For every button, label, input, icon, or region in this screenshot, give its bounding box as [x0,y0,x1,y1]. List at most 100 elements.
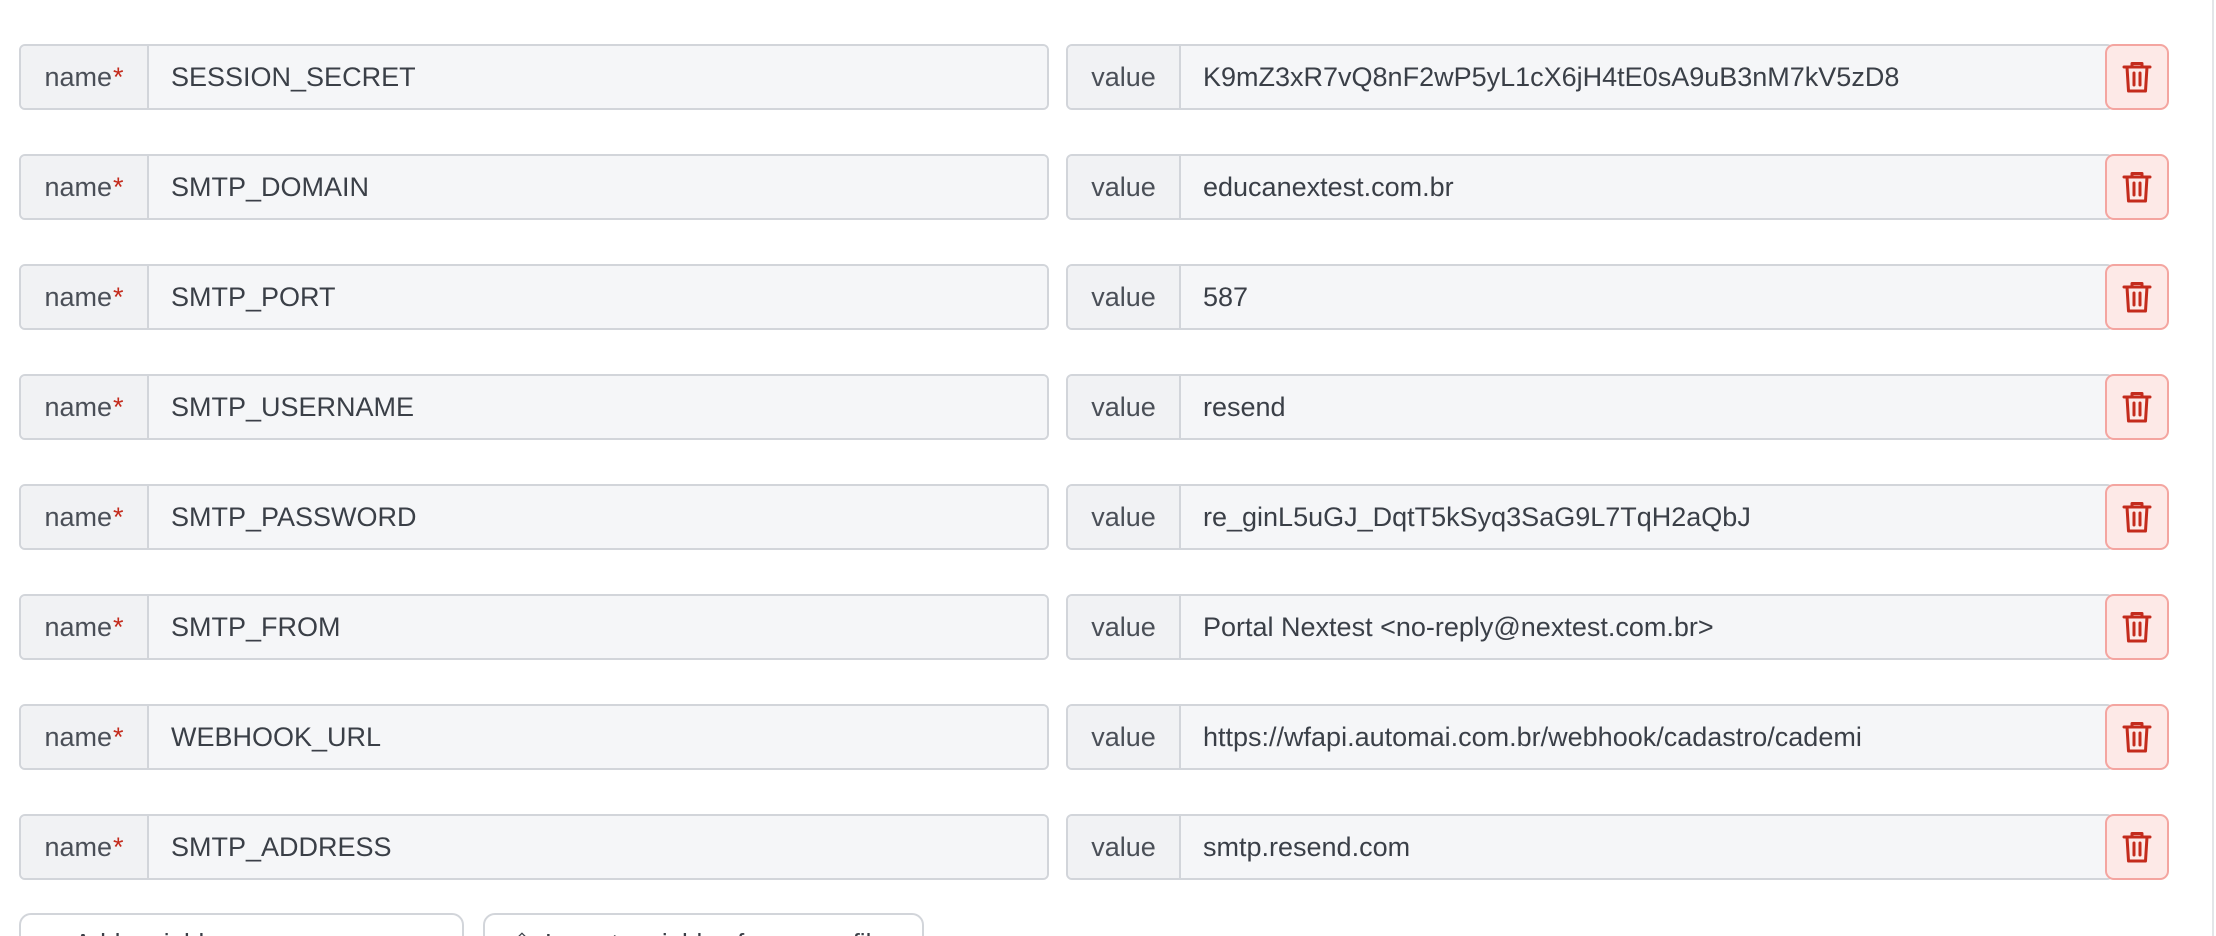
value-input-group: value K9mZ3xR7vQ8nF2wP5yL1cX6jH4tE0sA9uB… [1066,44,2113,110]
trash-icon [2122,392,2152,423]
delete-variable-button[interactable] [2105,154,2169,220]
trash-icon [2122,282,2152,313]
value-label: value [1091,721,1156,752]
variable-value-input[interactable]: K9mZ3xR7vQ8nF2wP5yL1cX6jH4tE0sA9uB3nM7kV… [1181,46,2111,108]
name-label: name [44,501,113,532]
name-addon: name * [21,156,149,218]
value-label: value [1091,501,1156,532]
variable-row: name * SMTP_PORT value 587 [19,264,2171,330]
value-label: value [1091,391,1156,422]
trash-icon [2122,722,2152,753]
delete-variable-button[interactable] [2105,704,2169,770]
value-label: value [1091,831,1156,862]
value-label: value [1091,171,1156,202]
required-marker: * [113,171,124,202]
delete-variable-button[interactable] [2105,484,2169,550]
trash-icon [2122,172,2152,203]
variable-value-input[interactable]: smtp.resend.com [1181,816,2111,878]
name-label: name [44,611,113,642]
variable-row: name * SMTP_DOMAIN value educanextest.com… [19,154,2171,220]
value-addon: value [1068,46,1181,108]
name-addon: name * [21,596,149,658]
value-addon: value [1068,486,1181,548]
name-label: name [44,281,113,312]
required-marker: * [113,391,124,422]
trash-icon [2122,502,2152,533]
value-input-group: value resend [1066,374,2113,440]
name-label: name [44,391,113,422]
delete-variable-button[interactable] [2105,44,2169,110]
variable-name-input[interactable]: SMTP_PASSWORD [149,486,1047,548]
variable-name-input[interactable]: SMTP_DOMAIN [149,156,1047,218]
variable-row: name * SESSION_SECRET value K9mZ3xR7vQ8nF… [19,44,2171,110]
name-label: name [44,831,113,862]
delete-variable-button[interactable] [2105,374,2169,440]
value-label: value [1091,61,1156,92]
upload-icon: ⇧ [511,928,533,936]
variable-value-input[interactable]: resend [1181,376,2111,438]
variable-name-input[interactable]: SMTP_FROM [149,596,1047,658]
value-input-group: value smtp.resend.com [1066,814,2113,880]
name-input-group: name * SMTP_DOMAIN [19,154,1049,220]
variable-row: name * SMTP_FROM value Portal Nextest <no… [19,594,2171,660]
required-marker: * [113,501,124,532]
variable-value-input[interactable]: Portal Nextest <no-reply@nextest.com.br> [1181,596,2111,658]
variable-row: name * SMTP_ADDRESS value smtp.resend.com [19,814,2171,880]
name-input-group: name * SMTP_PASSWORD [19,484,1049,550]
value-addon: value [1068,156,1181,218]
variable-value-input[interactable]: educanextest.com.br [1181,156,2111,218]
variable-value-input[interactable]: 587 [1181,266,2111,328]
name-input-group: name * SESSION_SECRET [19,44,1049,110]
variable-value-input[interactable]: https://wfapi.automai.com.br/webhook/cad… [1181,706,2111,768]
delete-variable-button[interactable] [2105,264,2169,330]
plus-icon: + [47,928,62,936]
name-addon: name * [21,376,149,438]
variable-name-input[interactable]: WEBHOOK_URL [149,706,1047,768]
value-label: value [1091,281,1156,312]
name-label: name [44,721,113,752]
value-addon: value [1068,596,1181,658]
value-input-group: value 587 [1066,264,2113,330]
name-addon: name * [21,266,149,328]
required-marker: * [113,721,124,752]
trash-icon [2122,832,2152,863]
value-input-group: value https://wfapi.automai.com.br/webho… [1066,704,2113,770]
name-label: name [44,171,113,202]
name-label: name [44,61,113,92]
name-addon: name * [21,46,149,108]
trash-icon [2122,612,2152,643]
variable-row: name * WEBHOOK_URL value https://wfapi.au… [19,704,2171,770]
value-addon: value [1068,816,1181,878]
variable-name-input[interactable]: SMTP_PORT [149,266,1047,328]
value-addon: value [1068,266,1181,328]
variable-name-input[interactable]: SMTP_ADDRESS [149,816,1047,878]
delete-variable-button[interactable] [2105,594,2169,660]
required-marker: * [113,611,124,642]
value-addon: value [1068,706,1181,768]
required-marker: * [113,831,124,862]
value-addon: value [1068,376,1181,438]
value-input-group: value re_ginL5uGJ_DqtT5kSyq3SaG9L7TqH2aQ… [1066,484,2113,550]
delete-variable-button[interactable] [2105,814,2169,880]
variable-name-input[interactable]: SMTP_USERNAME [149,376,1047,438]
import-env-button[interactable]: ⇧ Import variables from .env file [483,913,924,936]
name-addon: name * [21,706,149,768]
value-label: value [1091,611,1156,642]
trash-icon [2122,62,2152,93]
value-input-group: value educanextest.com.br [1066,154,2113,220]
variable-value-input[interactable]: re_ginL5uGJ_DqtT5kSyq3SaG9L7TqH2aQbJ [1181,486,2111,548]
variable-name-input[interactable]: SESSION_SECRET [149,46,1047,108]
name-input-group: name * SMTP_USERNAME [19,374,1049,440]
name-input-group: name * WEBHOOK_URL [19,704,1049,770]
import-env-label: Import variables from .env file [545,928,886,936]
variable-row: name * SMTP_USERNAME value resend [19,374,2171,440]
name-addon: name * [21,816,149,878]
value-input-group: value Portal Nextest <no-reply@nextest.c… [1066,594,2113,660]
name-addon: name * [21,486,149,548]
variable-row: name * SMTP_PASSWORD value re_ginL5uGJ_Dq… [19,484,2171,550]
name-input-group: name * SMTP_ADDRESS [19,814,1049,880]
add-variable-button[interactable]: + Add variable [19,913,464,936]
required-marker: * [113,281,124,312]
scrollbar-track[interactable] [2212,0,2214,936]
name-input-group: name * SMTP_PORT [19,264,1049,330]
